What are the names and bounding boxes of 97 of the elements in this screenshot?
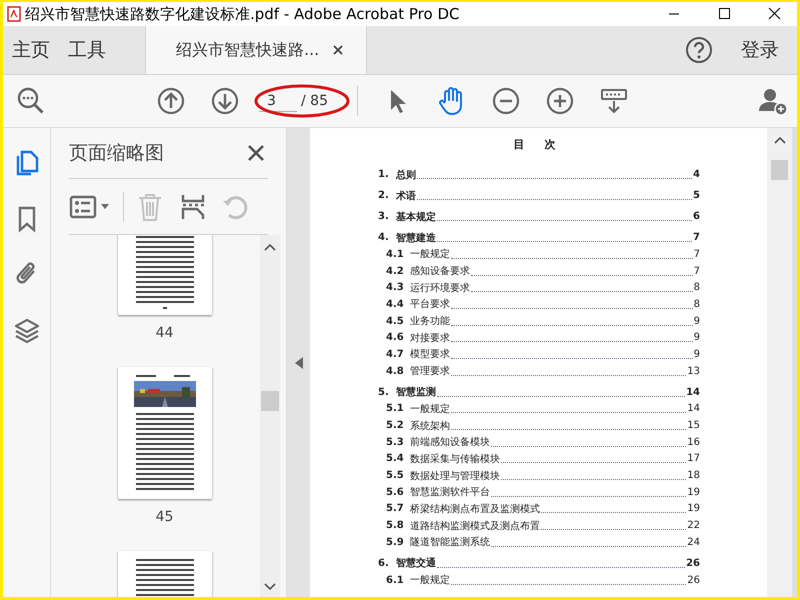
entry-page: 4 bbox=[693, 169, 700, 180]
page-label: 45 bbox=[156, 509, 174, 525]
entry-number: 5.8 bbox=[386, 520, 405, 532]
entry-title[interactable]: 基本规定 bbox=[396, 210, 436, 224]
entry-page: 8 bbox=[694, 282, 700, 294]
entry-title[interactable]: 系统架构 bbox=[410, 418, 450, 433]
entry-page: 7 bbox=[694, 266, 700, 277]
entry-number: 5.1 bbox=[386, 403, 405, 414]
entry-number: 3. bbox=[378, 211, 390, 222]
cursor-icon[interactable] bbox=[388, 88, 408, 114]
panel-title: 页面缩略图 bbox=[69, 141, 164, 166]
entry-page: 7 bbox=[693, 232, 700, 243]
entry-page: 19 bbox=[687, 503, 700, 514]
entry-number: 5.4 bbox=[386, 453, 405, 464]
entry-page: 5 bbox=[693, 190, 700, 201]
scrollbar-thumb[interactable] bbox=[771, 160, 788, 180]
entry-title[interactable]: 感知设备要求 bbox=[410, 264, 470, 278]
entry-title[interactable]: 一般规定 bbox=[410, 247, 450, 262]
entry-number: 4.8 bbox=[386, 366, 405, 377]
entry-page: 16 bbox=[687, 436, 700, 448]
entry-title[interactable]: 平台要求 bbox=[410, 297, 450, 312]
entry-page: 17 bbox=[687, 453, 700, 464]
entry-page: 18 bbox=[687, 470, 700, 482]
entry-title[interactable]: 模型要求 bbox=[410, 347, 450, 362]
entry-page: 13 bbox=[687, 366, 700, 377]
entry-title[interactable]: 运行环境要求 bbox=[410, 280, 470, 295]
entry-title[interactable]: 隧道智能监测系统 bbox=[410, 535, 490, 550]
entry-title[interactable]: 道路结构监测模式及测点布置 bbox=[410, 518, 540, 533]
entry-page: 14 bbox=[687, 403, 700, 414]
entry-number: 4.2 bbox=[386, 266, 405, 277]
entry-page: 22 bbox=[687, 520, 700, 532]
entry-number: 2. bbox=[378, 190, 390, 201]
entry-page: 7 bbox=[694, 248, 700, 260]
entry-number: 5.9 bbox=[386, 536, 405, 548]
entry-title[interactable]: 数据处理与管理模块 bbox=[410, 468, 500, 483]
entry-page: 6 bbox=[693, 211, 700, 222]
entry-number: 4.4 bbox=[386, 298, 405, 310]
entry-title[interactable]: 桥梁结构测点布置及监测模式 bbox=[410, 502, 540, 516]
entry-page: 9 bbox=[694, 332, 700, 344]
entry-title[interactable]: 数据采集与传输模块 bbox=[410, 452, 500, 466]
entry-title[interactable]: 一般规定 bbox=[410, 402, 450, 416]
collapse-arrow-icon[interactable] bbox=[294, 356, 302, 368]
page-label: 44 bbox=[156, 325, 174, 341]
thumbnail-scrollbar[interactable] bbox=[260, 235, 280, 597]
entry-page: 9 bbox=[694, 316, 700, 327]
entry-number: 4.1 bbox=[386, 248, 405, 260]
entry-title[interactable]: 业务功能 bbox=[410, 314, 450, 328]
entry-title[interactable]: 智慧建造 bbox=[396, 230, 436, 244]
page-number-field[interactable]: 3 bbox=[259, 90, 297, 112]
page-thumbnail[interactable] bbox=[118, 367, 212, 499]
entry-title[interactable]: 对接要求 bbox=[410, 330, 450, 345]
nav-tab[interactable]: 工具 bbox=[59, 26, 115, 74]
entry-number: 6. bbox=[378, 558, 390, 569]
contents-heading: 目 次 bbox=[512, 137, 564, 153]
scroll-down-icon[interactable] bbox=[264, 583, 276, 591]
entry-title[interactable]: 管理要求 bbox=[410, 364, 450, 378]
sign-in-button[interactable]: 登录 bbox=[717, 26, 797, 74]
entry-page: 24 bbox=[687, 536, 700, 548]
entry-title[interactable]: 智慧监测软件平台 bbox=[410, 485, 490, 500]
scroll-up-icon[interactable] bbox=[774, 136, 786, 144]
entry-title[interactable]: 智慧监测 bbox=[396, 385, 436, 399]
entry-number: 6.1 bbox=[386, 574, 405, 586]
entry-number: 5.7 bbox=[386, 503, 405, 514]
entry-number: 5.5 bbox=[386, 470, 405, 482]
scroll-up-icon[interactable] bbox=[264, 243, 276, 251]
entry-number: 5.3 bbox=[386, 436, 405, 448]
page-total: / 85 bbox=[301, 93, 328, 109]
pdf-icon bbox=[7, 6, 21, 22]
close-icon[interactable] bbox=[247, 144, 265, 162]
entry-number: 4.5 bbox=[386, 316, 405, 327]
close-tab-icon[interactable] bbox=[333, 45, 344, 55]
document-tab[interactable]: 绍兴市智慧快速路... bbox=[145, 26, 367, 74]
document-scrollbar[interactable] bbox=[767, 128, 792, 597]
entry-number: 5. bbox=[378, 386, 390, 398]
entry-number: 5.2 bbox=[386, 420, 405, 432]
entry-number: 5.6 bbox=[386, 486, 405, 498]
nav-tab[interactable]: 主页 bbox=[3, 26, 59, 74]
entry-page: 15 bbox=[687, 420, 700, 432]
window-title: 绍兴市智慧快速路数字化建设标准.pdf - Adobe Acrobat Pro DC bbox=[25, 4, 460, 24]
entry-page: 8 bbox=[694, 298, 700, 310]
entry-number: 4. bbox=[378, 232, 390, 243]
entry-page: 14 bbox=[686, 386, 700, 398]
text-lines-drawing bbox=[136, 559, 194, 596]
entry-title[interactable]: 总则 bbox=[396, 168, 416, 182]
entry-number: 1. bbox=[378, 169, 390, 180]
entry-title[interactable]: 前端感知设备模块 bbox=[410, 435, 490, 450]
entry-title[interactable]: 一般规定 bbox=[410, 573, 450, 588]
entry-page: 19 bbox=[687, 486, 700, 498]
entry-title[interactable]: 智慧交通 bbox=[396, 556, 436, 570]
scrollbar-thumb[interactable] bbox=[261, 391, 279, 411]
entry-page: 9 bbox=[694, 348, 700, 360]
entry-page: 26 bbox=[687, 574, 700, 586]
entry-number: 4.7 bbox=[386, 348, 405, 360]
entry-number: 4.3 bbox=[386, 282, 405, 294]
entry-number: 4.6 bbox=[386, 332, 405, 344]
entry-page: 26 bbox=[686, 558, 700, 569]
entry-title[interactable]: 术语 bbox=[396, 188, 416, 202]
